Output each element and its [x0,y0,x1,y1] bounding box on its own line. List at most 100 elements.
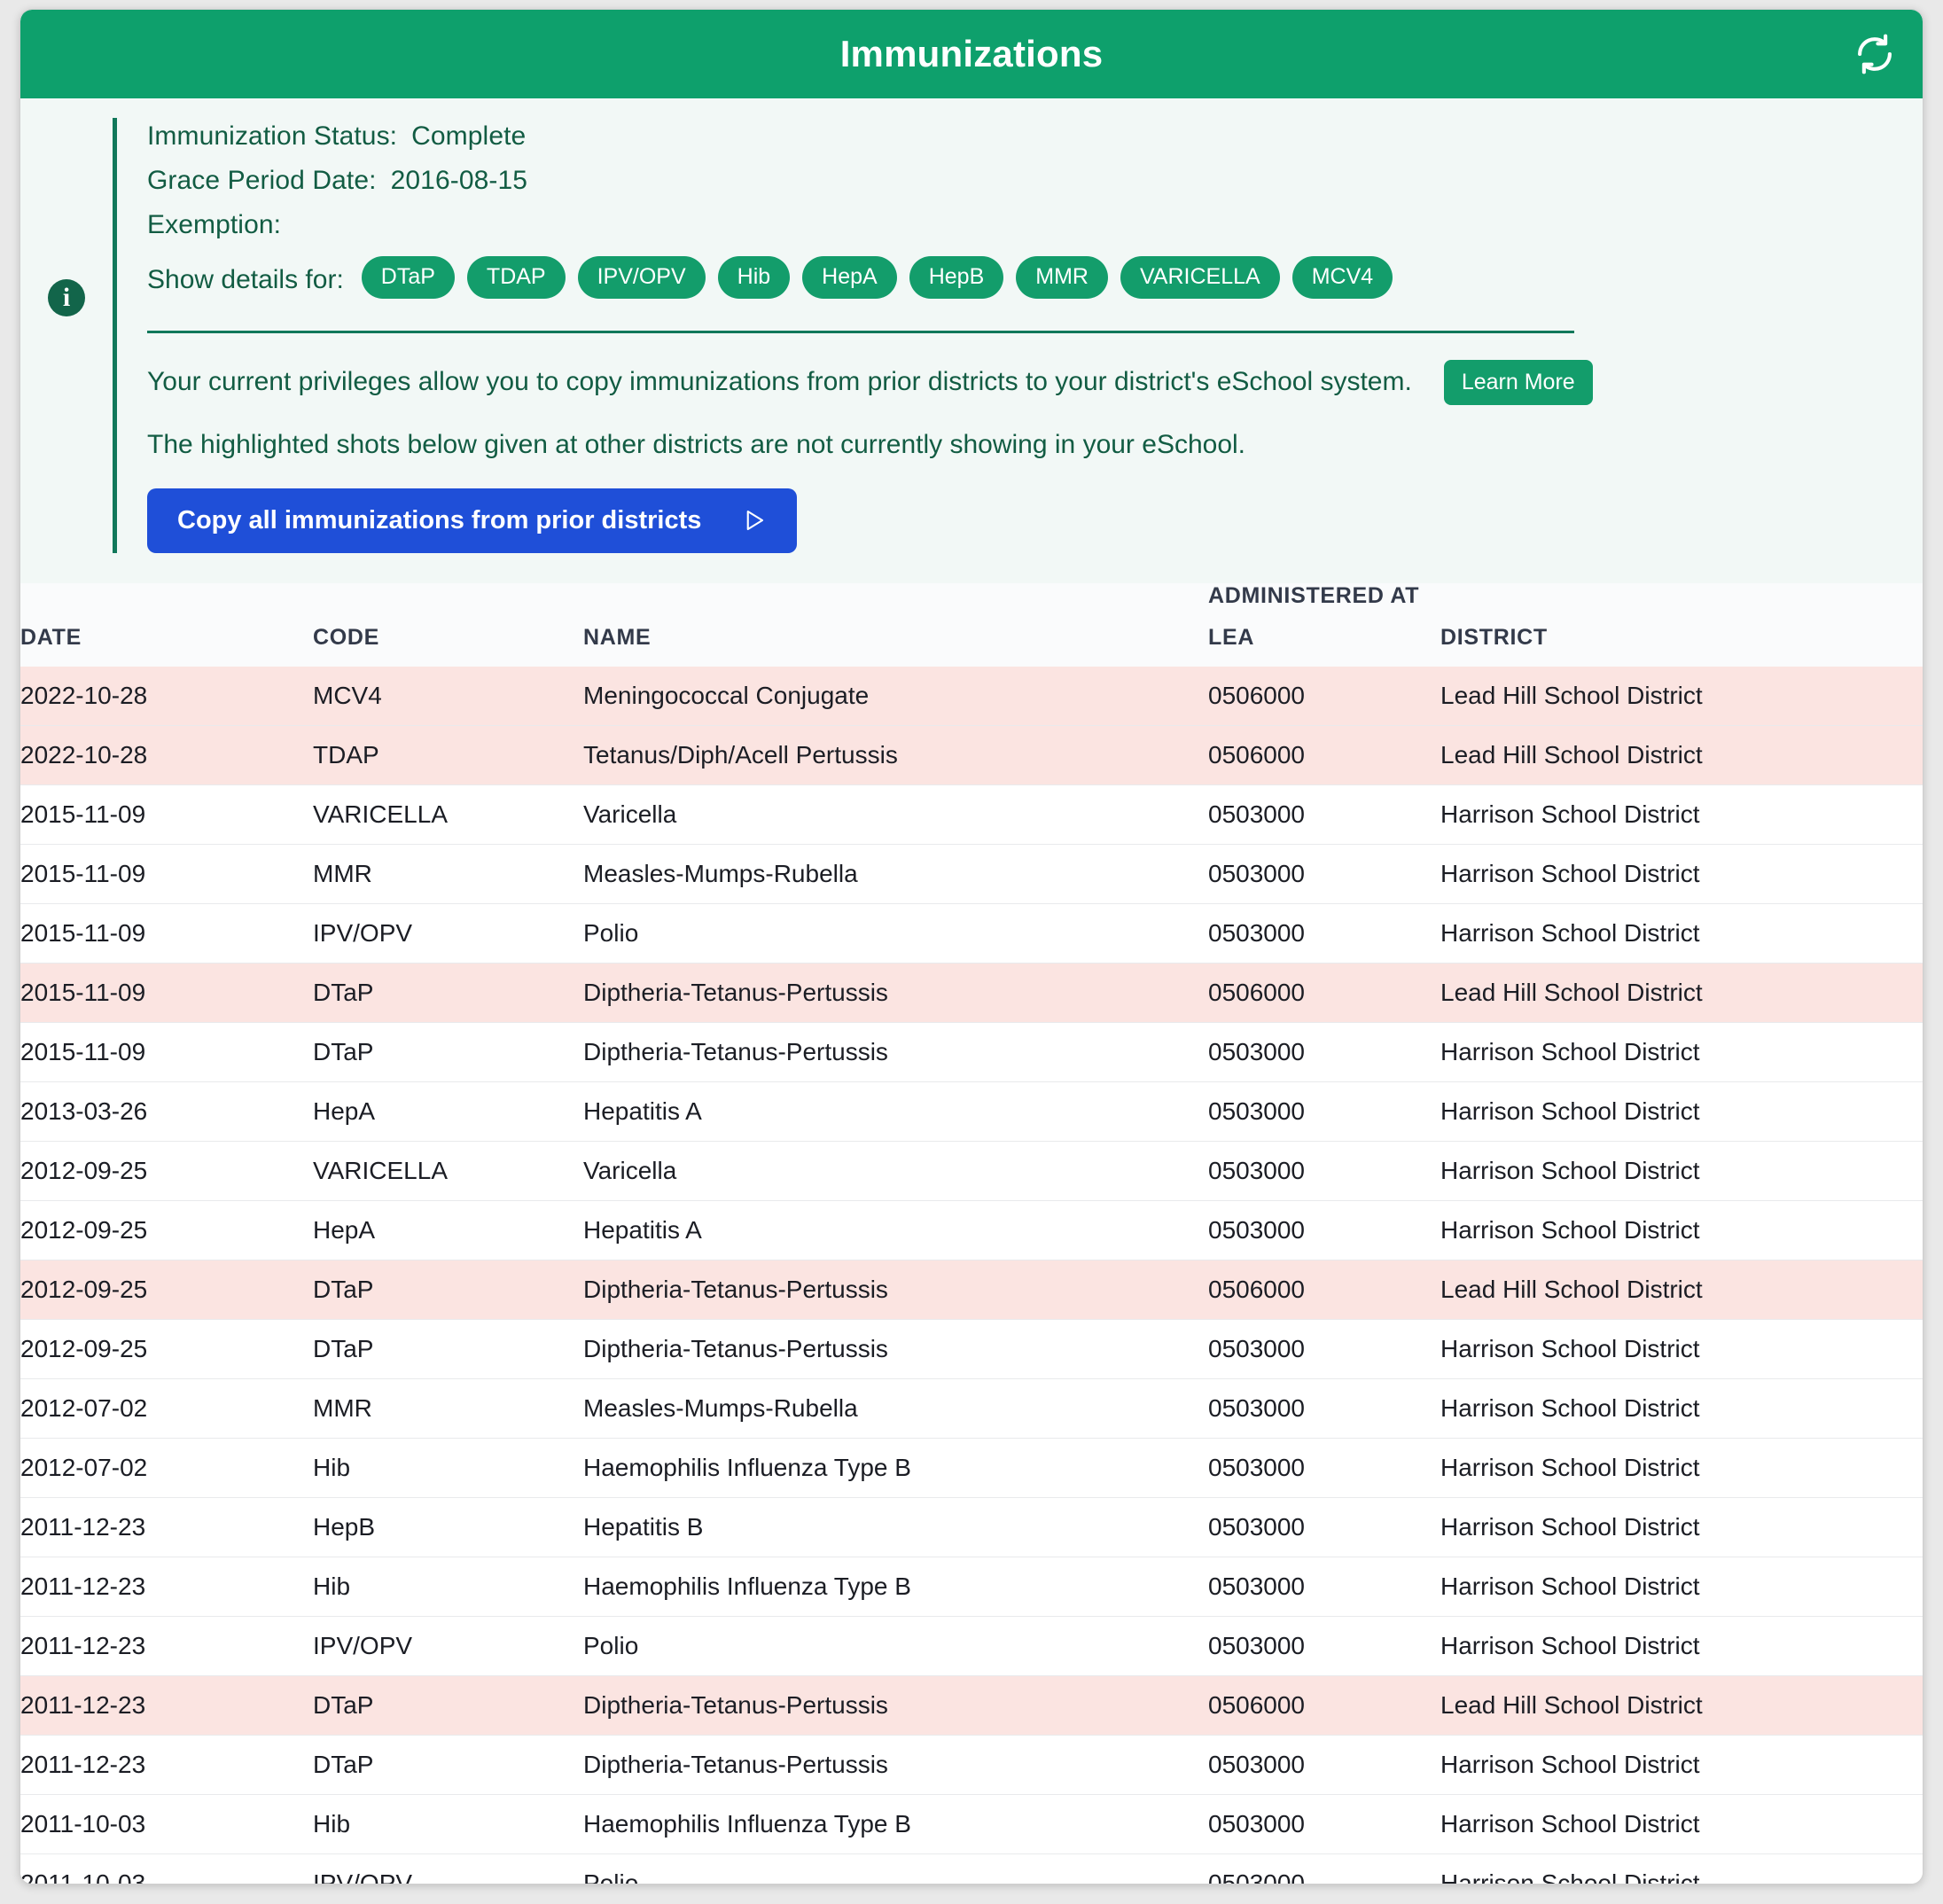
cell-district: Harrison School District [1440,1200,1923,1260]
cell-lea: 0506000 [1208,666,1440,726]
immunization-status-label: Immunization Status: [147,121,398,151]
cell-name: Tetanus/Diph/Acell Pertussis [583,725,1208,785]
cell-name: Diptheria-Tetanus-Pertussis [583,963,1208,1023]
vaccine-chip-group: DTaP TDAP IPV/OPV Hib HepA HepB MMR VARICELLA MC… [361,256,1405,304]
table-row[interactable]: 2012-09-25 VARICELLA Varicella 0503000 Harri… [20,1141,1923,1201]
table-row[interactable]: 2011-12-23 DTaP Diptheria-Tetanus-Pertussi… [20,1735,1923,1795]
learn-more-button[interactable]: Learn More [1443,359,1593,405]
cell-name: Hepatitis B [583,1497,1208,1557]
vaccine-chip-mcv4[interactable]: MCV4 [1291,256,1393,299]
show-details-label: Show details for: [147,264,344,294]
table-row[interactable]: 2011-12-23 DTaP Diptheria-Tetanus-Pertussi… [20,1675,1923,1736]
cell-district: Harrison School District [1440,1616,1923,1676]
immunization-table-container[interactable]: ADMINISTERED AT DATE CODE NAME LEA DISTR… [20,582,1923,1884]
app-screen: Immunizations i Immunization Status: Comp… [0,0,1943,1904]
cell-code: IPV/OPV [313,903,583,964]
cell-district: Harrison School District [1440,1081,1923,1142]
cell-name: Diptheria-Tetanus-Pertussis [583,1319,1208,1379]
table-row[interactable]: 2015-11-09 VARICELLA Varicella 0503000 Harri… [20,784,1923,845]
exemption-label: Exemption: [147,210,282,239]
table-row[interactable]: 2012-09-25 DTaP Diptheria-Tetanus-Pertussi… [20,1260,1923,1320]
refresh-icon[interactable] [1850,29,1900,79]
cell-code: MMR [313,1378,583,1439]
cell-name: Haemophilis Influenza Type B [583,1557,1208,1617]
info-panel: i Immunization Status: Complete Grace Per… [20,98,1923,583]
table-row[interactable]: 2011-10-03 Hib Haemophilis Influenza Type … [20,1794,1923,1854]
cell-date: 2022-10-28 [20,666,313,726]
table-row[interactable]: 2022-10-28 MCV4 Meningococcal Conjugate 050… [20,666,1923,726]
table-row[interactable]: 2012-09-25 HepA Hepatitis A 0503000 Harrison… [20,1200,1923,1260]
cell-lea: 0503000 [1208,1081,1440,1142]
cell-date: 2015-11-09 [20,1022,313,1082]
copy-all-immunizations-button[interactable]: Copy all immunizations from prior distri… [147,488,798,553]
cell-district: Harrison School District [1440,1853,1923,1884]
table-row[interactable]: 2011-12-23 IPV/OPV Polio 0503000 Harrison Sc… [20,1616,1923,1676]
table-row[interactable]: 2011-10-03 IPV/OPV Polio 0503000 Harrison Sc… [20,1853,1923,1884]
cell-lea: 0503000 [1208,1616,1440,1676]
cell-name: Diptheria-Tetanus-Pertussis [583,1675,1208,1736]
table-row[interactable]: 2015-11-09 DTaP Diptheria-Tetanus-Pertussi… [20,1022,1923,1082]
table-row[interactable]: 2012-09-25 DTaP Diptheria-Tetanus-Pertussi… [20,1319,1923,1379]
table-row[interactable]: 2012-07-02 Hib Haemophilis Influenza Type … [20,1438,1923,1498]
cell-district: Lead Hill School District [1440,666,1923,726]
cell-district: Harrison School District [1440,1141,1923,1201]
column-header-date[interactable]: DATE [20,624,313,667]
table-header-row: DATE CODE NAME LEA DISTRICT [20,624,1923,667]
cell-name: Diptheria-Tetanus-Pertussis [583,1260,1208,1320]
cell-date: 2022-10-28 [20,725,313,785]
cell-code: IPV/OPV [313,1853,583,1884]
cell-name: Haemophilis Influenza Type B [583,1794,1208,1854]
cell-code: HepB [313,1497,583,1557]
exemption-row: Exemption: [147,210,1896,240]
table-row[interactable]: 2015-11-09 MMR Measles-Mumps-Rubella 050300… [20,844,1923,904]
table-row[interactable]: 2012-07-02 MMR Measles-Mumps-Rubella 050300… [20,1378,1923,1439]
header-bar: Immunizations [20,10,1923,98]
vaccine-chip-hib[interactable]: Hib [717,256,791,299]
cell-date: 2015-11-09 [20,963,313,1023]
vaccine-chip-hepa[interactable]: HepA [802,256,897,299]
table-row[interactable]: 2022-10-28 TDAP Tetanus/Diph/Acell Pertuss… [20,725,1923,785]
cell-lea: 0506000 [1208,725,1440,785]
grace-period-row: Grace Period Date: 2016-08-15 [147,166,1896,196]
privileges-row: Your current privileges allow you to cop… [147,359,1896,405]
table-row[interactable]: 2015-11-09 DTaP Diptheria-Tetanus-Pertussi… [20,963,1923,1023]
cell-code: MMR [313,844,583,904]
cell-code: Hib [313,1557,583,1617]
vaccine-chip-hepb[interactable]: HepB [909,256,1004,299]
cell-date: 2011-10-03 [20,1794,313,1854]
table-row[interactable]: 2011-12-23 HepB Hepatitis B 0503000 Harrison… [20,1497,1923,1557]
column-header-code[interactable]: CODE [313,624,583,667]
cell-district: Lead Hill School District [1440,1675,1923,1736]
cell-date: 2012-09-25 [20,1200,313,1260]
vaccine-chip-varicella[interactable]: VARICELLA [1120,256,1280,299]
info-icon: i [48,279,85,316]
cell-code: HepA [313,1081,583,1142]
immunization-status-value: Complete [411,121,527,151]
cell-code: HepA [313,1200,583,1260]
table-row[interactable]: 2013-03-26 HepA Hepatitis A 0503000 Harrison… [20,1081,1923,1142]
cell-district: Harrison School District [1440,1438,1923,1498]
cell-district: Harrison School District [1440,1735,1923,1795]
cell-name: Polio [583,1853,1208,1884]
vaccine-chip-dtap[interactable]: DTaP [361,256,455,299]
column-header-name[interactable]: NAME [583,624,1208,667]
vaccine-chip-mmr[interactable]: MMR [1016,256,1108,299]
cell-lea: 0503000 [1208,1735,1440,1795]
cell-name: Measles-Mumps-Rubella [583,1378,1208,1439]
vaccine-chip-ipv-opv[interactable]: IPV/OPV [577,256,706,299]
cell-code: VARICELLA [313,784,583,845]
vaccine-chip-tdap[interactable]: TDAP [466,256,566,299]
column-header-lea[interactable]: LEA [1208,624,1440,667]
cell-lea: 0503000 [1208,903,1440,964]
table-head: ADMINISTERED AT DATE CODE NAME LEA DISTR… [20,582,1923,667]
table-row[interactable]: 2015-11-09 IPV/OPV Polio 0503000 Harrison Sc… [20,903,1923,964]
column-header-district[interactable]: DISTRICT [1440,624,1923,667]
play-triangle-icon [740,507,767,534]
immunization-table: ADMINISTERED AT DATE CODE NAME LEA DISTR… [20,582,1923,1884]
table-row[interactable]: 2011-12-23 Hib Haemophilis Influenza Type … [20,1557,1923,1617]
cell-name: Measles-Mumps-Rubella [583,844,1208,904]
cell-lea: 0503000 [1208,1141,1440,1201]
grace-period-label: Grace Period Date: [147,166,377,195]
cell-lea: 0503000 [1208,1497,1440,1557]
cell-date: 2012-09-25 [20,1260,313,1320]
